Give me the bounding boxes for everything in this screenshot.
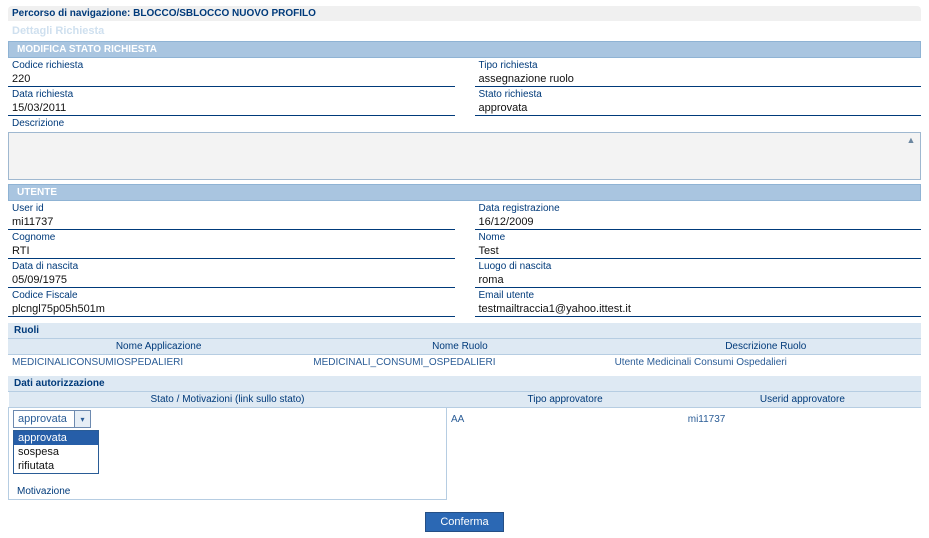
value-cognome: RTI [8,244,455,259]
scroll-up-icon[interactable]: ▲ [907,135,916,145]
breadcrumb-path: BLOCCO/SBLOCCO NUOVO PROFILO [133,8,316,19]
ruoli-headers: Nome Applicazione Nome Ruolo Descrizione… [8,339,921,355]
cell-ruolo[interactable]: MEDICINALI_CONSUMI_OSPEDALIERI [309,355,610,371]
auth-header: Dati autorizzazione [8,376,921,392]
descrizione-textarea[interactable]: ▲ [8,132,921,180]
label-userid: User id [8,203,455,215]
label-nome: Nome [475,232,922,244]
label-cognome: Cognome [8,232,455,244]
value-data-richiesta: 15/03/2011 [8,101,455,116]
col-userid-approv: Userid approvatore [684,392,921,408]
option-rifiutata[interactable]: rifiutata [14,459,98,473]
ruoli-header: Ruoli [8,323,921,339]
label-dnascita: Data di nascita [8,261,455,273]
cell-tipo-approv: AA [447,408,684,500]
breadcrumb: Percorso di navigazione: BLOCCO/SBLOCCO … [8,6,921,21]
label-motivazione: Motivazione [13,486,442,497]
option-approvata[interactable]: approvata [14,431,98,445]
value-cf: plcngl75p05h501m [8,302,455,317]
label-lnascita: Luogo di nascita [475,261,922,273]
label-cf: Codice Fiscale [8,290,455,302]
cell-stato: approvata ▾ approvata sospesa rifiutata … [9,408,447,500]
value-email: testmailtraccia1@yahoo.ittest.it [475,302,922,317]
label-tipo-richiesta: Tipo richiesta [475,60,922,72]
cell-appl[interactable]: MEDICINALICONSUMIOSPEDALIERI [8,355,309,371]
stato-select[interactable]: approvata ▾ [13,410,91,428]
stato-select-value: approvata [14,413,74,425]
section-modifica: MODIFICA STATO RICHIESTA [8,41,921,58]
value-stato-richiesta: approvata [475,101,922,116]
label-descrizione: Descrizione [8,118,921,130]
label-email: Email utente [475,290,922,302]
conferma-button[interactable]: Conferma [425,512,503,532]
label-codice-richiesta: Codice richiesta [8,60,455,72]
col-tipo-approv: Tipo approvatore [447,392,684,408]
value-tipo-richiesta: assegnazione ruolo [475,72,922,87]
table-row: approvata ▾ approvata sospesa rifiutata … [9,408,922,500]
label-data-richiesta: Data richiesta [8,89,455,101]
col-ruolo: Nome Ruolo [309,339,610,355]
breadcrumb-prefix: Percorso di navigazione: [12,8,130,19]
value-dnascita: 05/09/1975 [8,273,455,288]
value-codice-richiesta: 220 [8,72,455,87]
auth-table: Stato / Motivazioni (link sullo stato) T… [8,392,921,500]
label-datareg: Data registrazione [475,203,922,215]
col-stato: Stato / Motivazioni (link sullo stato) [9,392,447,408]
chevron-down-icon[interactable]: ▾ [74,411,90,427]
table-row: MEDICINALICONSUMIOSPEDALIERI MEDICINALI_… [8,355,921,371]
value-datareg: 16/12/2009 [475,215,922,230]
value-userid: mi11737 [8,215,455,230]
auth-headers: Stato / Motivazioni (link sullo stato) T… [9,392,922,408]
col-appl: Nome Applicazione [8,339,309,355]
value-lnascita: roma [475,273,922,288]
option-sospesa[interactable]: sospesa [14,445,98,459]
col-descr: Descrizione Ruolo [611,339,921,355]
page-title: Dettagli Richiesta [8,23,921,39]
stato-dropdown[interactable]: approvata sospesa rifiutata [13,430,99,474]
ruoli-table: Nome Applicazione Nome Ruolo Descrizione… [8,339,921,370]
value-nome: Test [475,244,922,259]
cell-userid-approv: mi11737 [684,408,921,500]
section-utente: UTENTE [8,184,921,201]
label-stato-richiesta: Stato richiesta [475,89,922,101]
cell-descr[interactable]: Utente Medicinali Consumi Ospedalieri [611,355,921,371]
